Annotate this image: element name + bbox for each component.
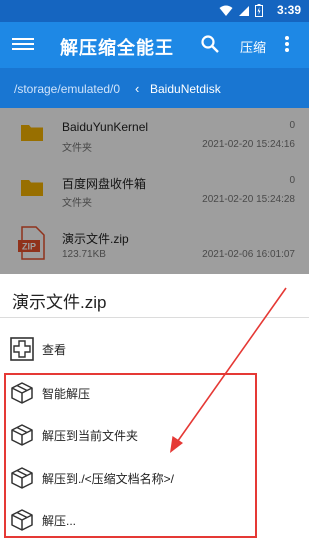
chevron-left-icon: ‹ xyxy=(135,81,140,96)
more-options-icon[interactable] xyxy=(282,34,292,56)
signal-icon xyxy=(239,5,249,16)
app-title: 解压缩全能王 xyxy=(60,38,174,58)
app-bar: 解压缩全能王 压缩 xyxy=(0,22,309,68)
status-icons xyxy=(219,4,263,17)
wifi-icon xyxy=(219,5,233,16)
plus-square-icon xyxy=(10,337,34,361)
option-label: 查看 xyxy=(42,343,67,357)
search-icon[interactable] xyxy=(200,34,220,54)
status-time: 3:39 xyxy=(276,3,301,17)
modal-scrim[interactable] xyxy=(0,108,309,274)
sheet-title: 演示文件.zip xyxy=(12,293,107,312)
battery-icon xyxy=(255,4,263,17)
status-bar: 3:39 xyxy=(0,0,309,22)
highlight-box xyxy=(4,373,257,538)
view-option[interactable]: 查看 xyxy=(8,332,258,366)
breadcrumb-current[interactable]: BaiduNetdisk xyxy=(150,82,221,96)
divider xyxy=(0,317,309,318)
breadcrumb-path[interactable]: /storage/emulated/0 xyxy=(14,82,120,96)
menu-icon[interactable] xyxy=(12,35,34,55)
breadcrumb: /storage/emulated/0 ‹ BaiduNetdisk xyxy=(0,68,309,108)
compress-button[interactable]: 压缩 xyxy=(240,37,266,56)
